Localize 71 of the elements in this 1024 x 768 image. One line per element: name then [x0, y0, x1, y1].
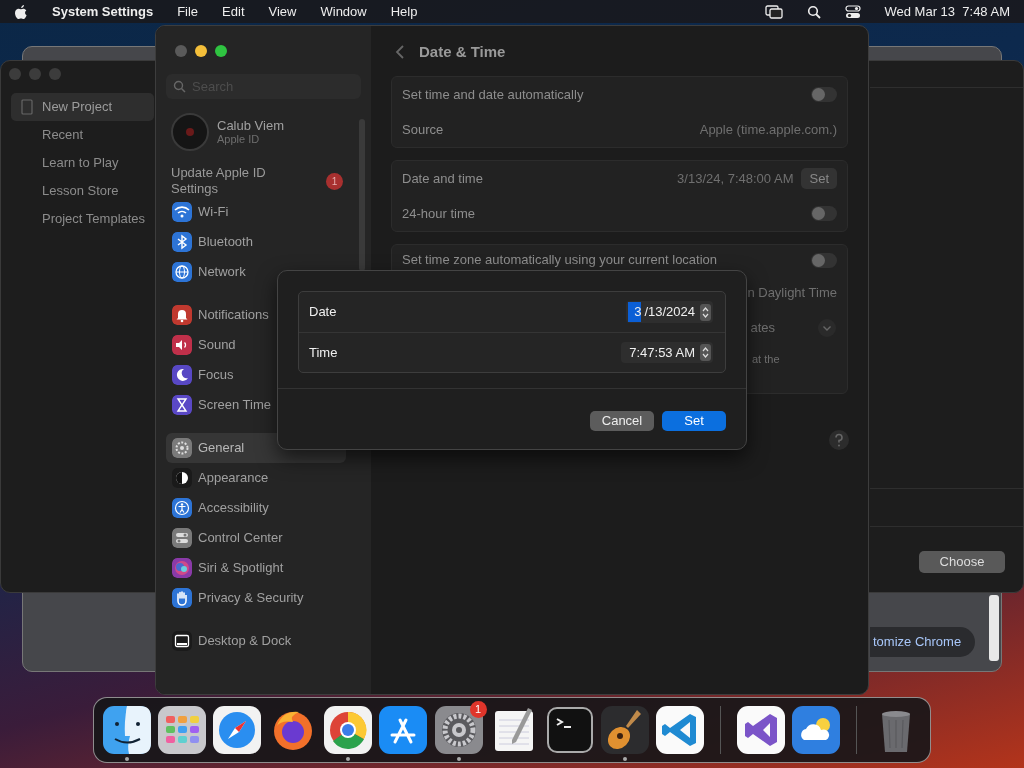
sidebar-item[interactable]: Control Center [166, 523, 346, 553]
sidebar-item[interactable]: Lesson Store [11, 177, 154, 205]
setting-label: Set time zone automatically using your current location [402, 251, 718, 270]
date-field[interactable]: 3 /13/2024 [626, 301, 713, 323]
help-button[interactable] [829, 430, 849, 450]
setting-label: Date and time [402, 169, 483, 188]
sidebar-item[interactable]: Recent [11, 121, 154, 149]
menu-item[interactable]: Help [390, 1, 418, 22]
field-label: Time [309, 343, 338, 362]
notification-badge: 1 [326, 172, 343, 190]
sidebar-item[interactable]: Wi-Fi [166, 197, 346, 227]
store-icon[interactable] [379, 706, 428, 754]
setting-value: n Daylight Time [747, 283, 837, 302]
face-icon[interactable] [102, 706, 151, 754]
apple-logo-icon[interactable] [14, 3, 28, 20]
control-center-icon[interactable] [844, 4, 861, 19]
notice-link[interactable]: Update Apple ID Settings [171, 165, 291, 197]
app-menu[interactable]: System Settings [52, 1, 154, 22]
description-text: at the [752, 352, 780, 367]
page-title: Date & Time [419, 41, 506, 62]
gear-icon[interactable] [434, 706, 483, 754]
guitar-icon[interactable] [600, 706, 649, 754]
account-name: Calub Viem [217, 118, 284, 133]
compass-icon[interactable] [213, 706, 262, 754]
menu-bar-clock[interactable]: Wed Mar 13 7:48 AM [884, 1, 1010, 22]
stepper-button[interactable] [700, 344, 711, 361]
customize-button[interactable]: tomize Chrome [870, 627, 976, 657]
question-icon [834, 433, 844, 447]
app-grid-icon[interactable] [158, 706, 207, 754]
toggle-switch[interactable] [811, 252, 837, 268]
set-button[interactable]: Set [662, 411, 726, 431]
back-button[interactable] [395, 44, 405, 60]
sidebar-item[interactable]: New Project [11, 93, 154, 121]
toggle-switch[interactable] [811, 87, 837, 102]
sidebar-item[interactable]: Siri & Spotlight [166, 553, 346, 583]
scrollbar[interactable] [359, 119, 365, 271]
screen-mirroring-icon[interactable] [764, 4, 783, 19]
search-icon[interactable] [806, 4, 821, 19]
ring-logo-icon[interactable] [324, 706, 373, 754]
setting-label: 24-hour time [402, 204, 475, 223]
menu-item[interactable]: View [268, 1, 297, 22]
choose-button[interactable]: Choose [919, 551, 1005, 573]
sidebar-item[interactable]: Privacy & Security [166, 583, 346, 613]
menu-item[interactable]: File [177, 1, 199, 22]
field-label: Date [309, 303, 337, 322]
account-subtitle: Apple ID [217, 133, 261, 146]
code-editor-icon[interactable] [656, 706, 705, 754]
menu-item[interactable]: Window [320, 1, 367, 22]
sidebar-item[interactable]: Desktop & Dock [166, 626, 346, 656]
sidebar-item[interactable]: Accessibility [166, 493, 346, 523]
sidebar-item[interactable]: Bluetooth [166, 227, 346, 257]
setting-label: Set time and date automatically [402, 85, 584, 104]
scrollbar[interactable] [989, 595, 999, 661]
zoom-button[interactable] [215, 45, 227, 57]
setting-value: Apple (time.apple.com.) [699, 120, 837, 139]
infinity-logo-icon[interactable] [736, 706, 785, 754]
sidebar-item[interactable]: Appearance [166, 463, 346, 493]
cloud-sun-icon[interactable] [791, 706, 840, 754]
time-field[interactable]: 7:47:53 AM [621, 341, 713, 364]
document-icon [19, 99, 35, 115]
setting-label: Source [402, 120, 444, 139]
terminal-icon[interactable] [545, 706, 594, 754]
sidebar-item[interactable]: Learn to Play [11, 149, 154, 177]
toggle-switch[interactable] [811, 206, 837, 221]
menu-item[interactable]: Edit [222, 1, 245, 22]
stepper-button[interactable] [700, 303, 711, 321]
minimize-button[interactable] [195, 45, 207, 57]
sidebar-item[interactable]: Project Templates [11, 205, 154, 233]
cancel-button[interactable]: Cancel [590, 411, 654, 431]
set-button[interactable]: Set [801, 167, 837, 190]
setting-value: 3/13/24, 7:48:00 AM [677, 169, 794, 188]
